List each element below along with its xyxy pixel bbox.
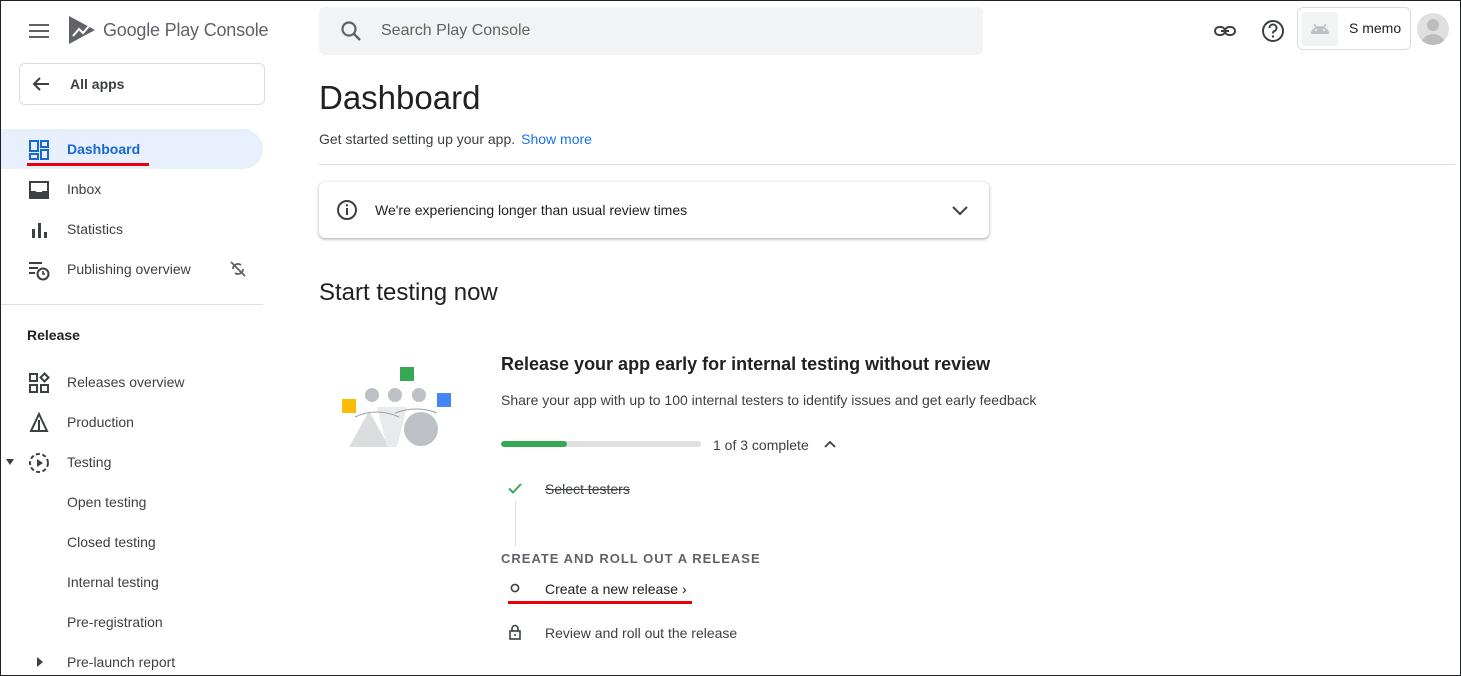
search-icon (339, 19, 363, 43)
banner-text: We're experiencing longer than usual rev… (375, 202, 688, 218)
developer-account-switcher[interactable]: S memo (1297, 7, 1411, 50)
brand-name: Google Play Console (103, 19, 269, 40)
sidebar-item-label: Testing (67, 454, 112, 470)
chevron-down-icon[interactable] (949, 199, 971, 221)
search-bar[interactable]: Search Play Console (319, 7, 983, 55)
section-label-release: Release (27, 327, 80, 343)
bar-chart-icon (28, 219, 50, 241)
step-review-rollout: Review and roll out the release (545, 625, 738, 641)
section-title: Start testing now (319, 279, 498, 306)
sidebar-item-pre-registration[interactable]: Pre-registration (67, 614, 163, 630)
all-apps-button[interactable]: All apps (19, 63, 265, 105)
testing-illustration (337, 361, 461, 453)
publishing-icon (28, 259, 50, 281)
create-new-release-link[interactable]: Create a new release › (545, 581, 687, 597)
app-thumbnail (1302, 12, 1338, 46)
arrow-back-icon (30, 73, 52, 95)
sidebar-item-pre-launch-report[interactable]: Pre-launch report (67, 654, 175, 670)
account-name: S memo (1349, 20, 1402, 36)
play-console-logo-icon (67, 14, 97, 46)
dashboard-icon (28, 139, 50, 161)
step-circle-icon (506, 579, 524, 597)
show-more-link[interactable]: Show more (521, 131, 592, 147)
sidebar-divider (1, 304, 263, 305)
highlight-underline (27, 163, 149, 166)
sidebar-item-label: Inbox (67, 181, 102, 197)
production-icon (28, 412, 50, 434)
sidebar-item-statistics[interactable]: Statistics (1, 209, 263, 249)
page-subtitle: Get started setting up your app. Show mor… (319, 131, 592, 147)
sidebar-item-closed-testing[interactable]: Closed testing (67, 534, 156, 550)
sidebar-item-releases-overview[interactable]: Releases overview (1, 362, 263, 402)
sidebar-item-open-testing[interactable]: Open testing (67, 494, 146, 510)
sidebar-item-label: Production (67, 414, 134, 430)
sidebar-item-label: Statistics (67, 221, 124, 237)
highlight-underline (508, 601, 692, 604)
sidebar-item-production[interactable]: Production (1, 402, 263, 442)
releases-overview-icon (28, 372, 50, 394)
sidebar-item-publishing-overview[interactable]: Publishing overview (1, 249, 263, 289)
sidebar-item-label: Publishing overview (67, 261, 191, 277)
help-icon[interactable] (1260, 18, 1286, 44)
check-icon (506, 479, 524, 497)
search-input[interactable]: Search Play Console (381, 22, 530, 40)
page-title: Dashboard (319, 79, 481, 116)
google-play-console-logo[interactable]: Google Play Console (67, 14, 269, 46)
content-divider (319, 164, 1455, 165)
inbox-icon (28, 179, 50, 201)
link-icon[interactable] (1212, 18, 1238, 44)
step-heading: CREATE AND ROLL OUT A RELEASE (501, 551, 761, 566)
sidebar-item-inbox[interactable]: Inbox (1, 169, 263, 209)
all-apps-label: All apps (70, 76, 125, 92)
chevron-right-icon: › (681, 581, 687, 597)
expand-arrow-right-icon[interactable] (35, 656, 45, 668)
sidebar-item-label: Releases overview (67, 374, 185, 390)
progress-text: 1 of 3 complete (713, 437, 809, 453)
sync-disabled-icon (229, 260, 247, 278)
info-icon (336, 199, 358, 221)
progress-bar (501, 441, 701, 447)
expand-arrow-icon[interactable] (5, 457, 15, 467)
sidebar-item-label: Dashboard (67, 141, 141, 157)
sidebar-item-testing[interactable]: Testing (1, 442, 263, 482)
card-title: Release your app early for internal test… (501, 354, 991, 374)
sidebar-item-internal-testing[interactable]: Internal testing (67, 574, 159, 590)
testing-icon (28, 452, 50, 474)
step-connector (515, 501, 516, 546)
lock-icon (506, 623, 524, 641)
review-times-banner[interactable]: We're experiencing longer than usual rev… (319, 182, 989, 238)
progress-fill (501, 441, 567, 447)
menu-icon[interactable] (25, 19, 53, 43)
chevron-up-icon[interactable] (822, 436, 838, 452)
card-description: Share your app with up to 100 internal t… (501, 392, 1037, 408)
avatar[interactable] (1417, 13, 1449, 45)
step-select-testers: Select testers (545, 481, 630, 497)
